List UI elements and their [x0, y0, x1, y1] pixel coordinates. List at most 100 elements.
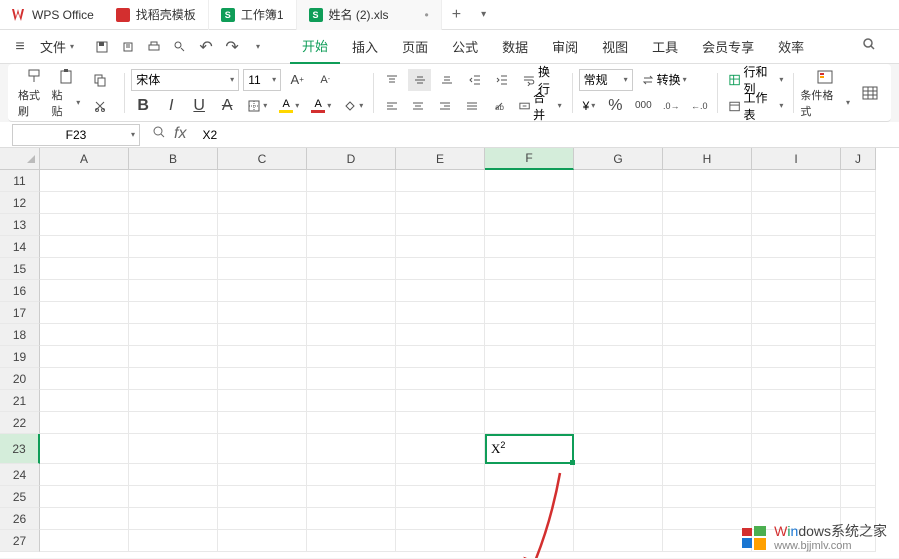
column-header[interactable]: J — [841, 148, 876, 170]
cell[interactable] — [218, 214, 307, 236]
menu-tab-page[interactable]: 页面 — [390, 30, 440, 64]
cell[interactable] — [396, 324, 485, 346]
row-header[interactable]: 16 — [0, 280, 40, 302]
cell[interactable] — [218, 258, 307, 280]
column-header[interactable]: E — [396, 148, 485, 170]
cell[interactable] — [129, 302, 218, 324]
cell[interactable] — [129, 346, 218, 368]
cell[interactable] — [40, 236, 129, 258]
cell[interactable] — [663, 324, 752, 346]
cell[interactable] — [663, 236, 752, 258]
cell[interactable] — [218, 464, 307, 486]
align-center-icon[interactable] — [407, 95, 430, 117]
wrap-text-button[interactable]: 换行 — [518, 69, 565, 91]
redo-icon[interactable]: ↷ — [220, 35, 244, 59]
cell[interactable] — [40, 324, 129, 346]
cell[interactable] — [40, 390, 129, 412]
cell[interactable] — [574, 170, 663, 192]
cell[interactable] — [841, 486, 876, 508]
column-header[interactable]: C — [218, 148, 307, 170]
font-color-button[interactable]: A▾ — [307, 95, 335, 117]
column-header[interactable]: H — [663, 148, 752, 170]
tab-current-file[interactable]: S 姓名 (2).xls • — [297, 0, 442, 30]
cell[interactable] — [752, 434, 841, 464]
row-header[interactable]: 17 — [0, 302, 40, 324]
convert-button[interactable]: 转换▾ — [637, 69, 691, 91]
cell[interactable] — [218, 486, 307, 508]
cell[interactable] — [485, 390, 574, 412]
cell[interactable] — [307, 412, 396, 434]
row-header[interactable]: 24 — [0, 464, 40, 486]
cell[interactable] — [752, 170, 841, 192]
cell[interactable] — [129, 258, 218, 280]
cell[interactable] — [485, 346, 574, 368]
cell[interactable] — [396, 236, 485, 258]
cell[interactable] — [307, 486, 396, 508]
cell[interactable] — [663, 434, 752, 464]
cell[interactable] — [40, 170, 129, 192]
cell[interactable] — [129, 236, 218, 258]
rowcol-button[interactable]: 行和列▾ — [724, 69, 787, 91]
cell[interactable] — [396, 302, 485, 324]
cell[interactable] — [574, 346, 663, 368]
menu-tab-home[interactable]: 开始 — [290, 30, 340, 64]
column-header[interactable]: A — [40, 148, 129, 170]
cell[interactable] — [396, 214, 485, 236]
cell[interactable] — [752, 390, 841, 412]
table-style-icon[interactable] — [858, 82, 881, 104]
row-header[interactable]: 20 — [0, 368, 40, 390]
cell[interactable] — [307, 236, 396, 258]
cell[interactable] — [752, 368, 841, 390]
cell[interactable] — [574, 368, 663, 390]
fill-color-button[interactable]: A▾ — [275, 95, 303, 117]
cell[interactable] — [307, 214, 396, 236]
cell[interactable] — [752, 214, 841, 236]
cell[interactable] — [841, 434, 876, 464]
cell[interactable] — [129, 368, 218, 390]
cell[interactable] — [307, 390, 396, 412]
align-right-icon[interactable] — [434, 95, 457, 117]
cell[interactable] — [307, 368, 396, 390]
row-header[interactable]: 27 — [0, 530, 40, 552]
increase-indent-icon[interactable] — [491, 69, 515, 91]
cell[interactable] — [752, 346, 841, 368]
cell[interactable] — [663, 530, 752, 552]
cell[interactable] — [485, 412, 574, 434]
cell[interactable] — [218, 530, 307, 552]
cell[interactable] — [663, 258, 752, 280]
bold-icon[interactable]: B — [131, 95, 155, 117]
column-header[interactable]: D — [307, 148, 396, 170]
cell[interactable] — [218, 324, 307, 346]
cell[interactable] — [574, 258, 663, 280]
cut-icon[interactable] — [88, 95, 112, 117]
row-header[interactable]: 25 — [0, 486, 40, 508]
cell[interactable] — [574, 302, 663, 324]
cell[interactable] — [841, 464, 876, 486]
cell[interactable] — [40, 346, 129, 368]
cell[interactable] — [574, 530, 663, 552]
cell[interactable] — [307, 258, 396, 280]
row-header[interactable]: 21 — [0, 390, 40, 412]
cell[interactable] — [663, 464, 752, 486]
menu-tab-efficiency[interactable]: 效率 — [766, 30, 816, 64]
cell[interactable] — [218, 192, 307, 214]
cell[interactable] — [485, 324, 574, 346]
cell[interactable] — [307, 302, 396, 324]
cell[interactable] — [841, 412, 876, 434]
cell[interactable] — [663, 192, 752, 214]
cell[interactable] — [218, 368, 307, 390]
row-header[interactable]: 18 — [0, 324, 40, 346]
row-header[interactable]: 12 — [0, 192, 40, 214]
cell[interactable] — [396, 258, 485, 280]
menu-tab-formula[interactable]: 公式 — [440, 30, 490, 64]
cell[interactable] — [663, 302, 752, 324]
print-preview-icon[interactable] — [116, 35, 140, 59]
cell[interactable] — [396, 368, 485, 390]
cell[interactable] — [574, 390, 663, 412]
cell[interactable] — [663, 170, 752, 192]
number-format-select[interactable]: 常规▾ — [579, 69, 633, 91]
name-box[interactable]: F23▾ — [12, 124, 140, 146]
cell[interactable] — [218, 170, 307, 192]
cell[interactable] — [129, 530, 218, 552]
cell[interactable] — [307, 464, 396, 486]
